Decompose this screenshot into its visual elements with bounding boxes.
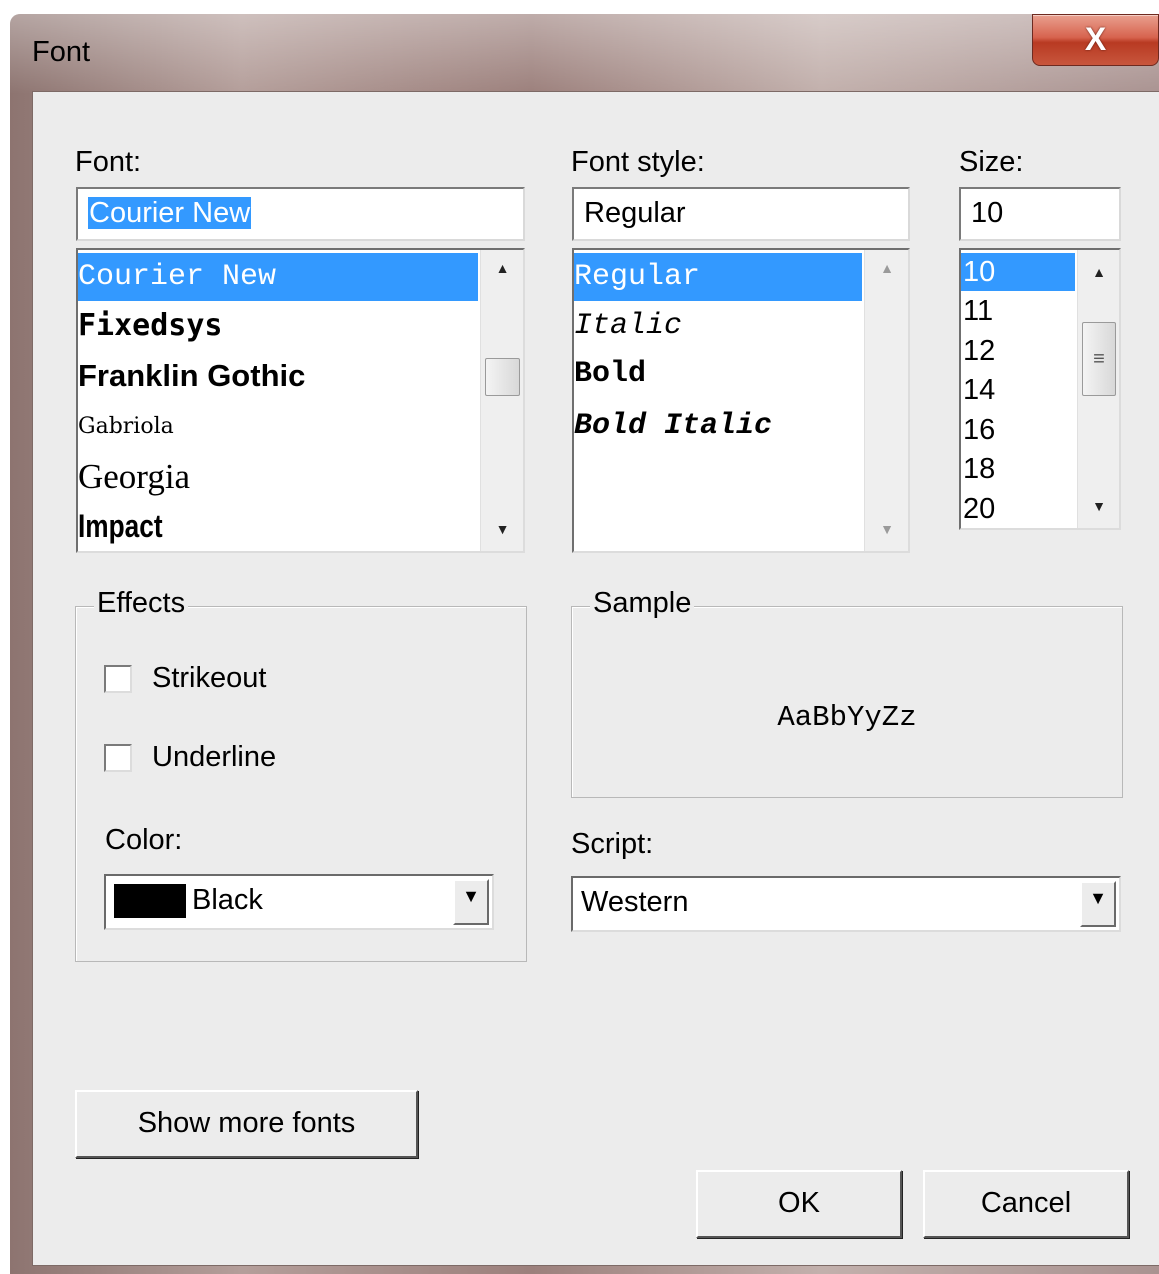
font-style-list-item[interactable]: Bold Italic: [574, 402, 772, 450]
font-style-input[interactable]: Regular: [572, 187, 910, 241]
script-label: Script:: [571, 828, 654, 860]
scroll-down-icon[interactable]: ▼: [865, 521, 908, 537]
font-name-input[interactable]: Courier New: [76, 187, 525, 241]
sample-group: Sample AaBbYyZz: [571, 587, 1123, 798]
strikeout-checkbox[interactable]: [104, 665, 132, 693]
size-input-value: 10: [971, 197, 1004, 229]
scroll-up-icon[interactable]: ▲: [865, 260, 908, 276]
sample-group-label: Sample: [590, 587, 695, 620]
font-style-list[interactable]: Regular Italic Bold Bold Italic ▲ ▼: [572, 248, 910, 553]
script-dropdown-button[interactable]: ▼: [1080, 881, 1116, 927]
scroll-down-icon[interactable]: ▼: [1078, 498, 1119, 514]
size-list-item[interactable]: 16: [961, 411, 995, 449]
chevron-down-icon: ▼: [1089, 888, 1107, 908]
chevron-down-icon: ▼: [462, 886, 480, 906]
font-list-item[interactable]: Impact: [78, 502, 163, 550]
ok-button[interactable]: OK: [696, 1170, 902, 1238]
color-dropdown[interactable]: Black ▼: [104, 874, 494, 930]
size-list-item[interactable]: 20: [961, 490, 995, 528]
font-label: Font:: [75, 146, 142, 178]
script-dropdown[interactable]: Western ▼: [571, 876, 1121, 932]
font-style-scrollbar[interactable]: ▲ ▼: [864, 250, 908, 551]
font-list-item[interactable]: Fixedsys: [78, 302, 223, 350]
underline-checkbox[interactable]: [104, 744, 132, 772]
effects-group: Effects Strikeout Underline Color: Black…: [75, 587, 527, 962]
script-dropdown-value: Western: [581, 886, 689, 918]
thumb-grip-icon: ≡: [1093, 348, 1105, 370]
font-style-list-item[interactable]: Bold: [574, 350, 646, 398]
size-list-item[interactable]: 14: [961, 371, 995, 409]
scroll-up-icon[interactable]: ▲: [481, 260, 523, 276]
color-swatch: [114, 884, 186, 918]
size-list-item[interactable]: 11: [961, 292, 993, 330]
scroll-thumb[interactable]: [485, 358, 520, 396]
font-list[interactable]: Courier New Fixedsys Franklin Gothic Gab…: [76, 248, 525, 553]
show-more-fonts-button[interactable]: Show more fonts: [75, 1090, 418, 1158]
sample-preview-text: AaBbYyZz: [777, 701, 917, 734]
font-style-list-item[interactable]: Italic: [574, 302, 682, 350]
font-name-input-value: Courier New: [88, 197, 252, 229]
size-list-item[interactable]: 18: [961, 450, 995, 488]
size-list-item[interactable]: 12: [961, 332, 995, 370]
size-list[interactable]: 10 11 12 14 16 18 20 ▲ ≡ ▼: [959, 248, 1121, 530]
title-bar[interactable]: [10, 14, 1159, 94]
font-style-input-value: Regular: [584, 197, 686, 229]
font-list-scrollbar[interactable]: ▲ ▼: [480, 250, 523, 551]
size-list-item[interactable]: 10: [961, 253, 1075, 291]
dialog-client-area: Font: Courier New Courier New Fixedsys F…: [32, 91, 1159, 1266]
close-button[interactable]: X: [1032, 14, 1159, 66]
font-list-item[interactable]: Gabriola: [78, 404, 174, 450]
size-label: Size:: [959, 146, 1024, 178]
color-label: Color:: [105, 824, 183, 856]
font-list-item[interactable]: Courier New: [78, 253, 478, 301]
size-list-scrollbar[interactable]: ▲ ≡ ▼: [1077, 250, 1119, 528]
scroll-up-icon[interactable]: ▲: [1078, 264, 1119, 280]
strikeout-label[interactable]: Strikeout: [152, 662, 266, 695]
close-icon: X: [1084, 21, 1107, 57]
font-list-item[interactable]: Franklin Gothic: [78, 352, 305, 400]
font-list-item[interactable]: Georgia: [78, 452, 190, 502]
underline-label: Underline: [152, 741, 277, 773]
effects-group-label: Effects: [94, 587, 189, 620]
scroll-thumb[interactable]: ≡: [1082, 322, 1116, 396]
dialog-window: Font X Font: Courier New Courier New Fix…: [10, 14, 1159, 1274]
cancel-button[interactable]: Cancel: [923, 1170, 1129, 1238]
font-style-list-item[interactable]: Regular: [574, 253, 862, 301]
dialog-title: Font: [32, 36, 91, 68]
scroll-down-icon[interactable]: ▼: [481, 521, 523, 537]
color-dropdown-value: Black: [192, 884, 263, 916]
color-dropdown-button[interactable]: ▼: [453, 879, 489, 925]
size-input[interactable]: 10: [959, 187, 1121, 241]
font-style-label: Font style:: [571, 146, 705, 178]
